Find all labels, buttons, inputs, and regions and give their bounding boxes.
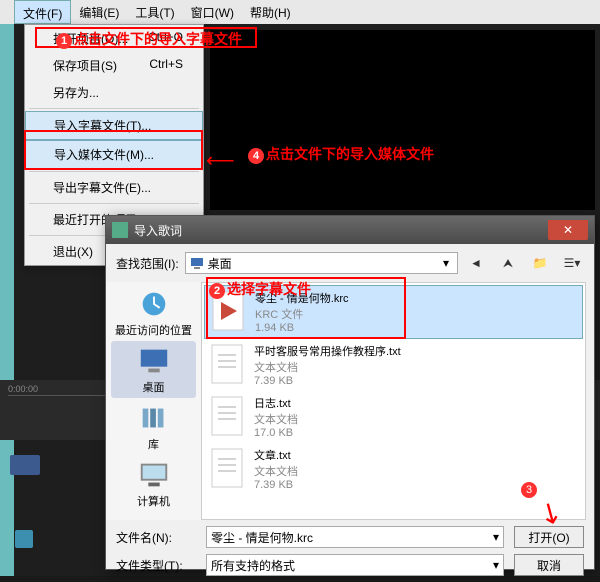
menu-separator [29,203,199,204]
chevron-down-icon: ▾ [493,530,499,544]
menubar: 文件(F) 编辑(E) 工具(T) 窗口(W) 帮助(H) [0,0,600,24]
menu-separator [29,171,199,172]
menu-import-subtitle[interactable]: 导入字幕文件(T)... [25,111,203,140]
txt-file-icon [208,343,246,385]
network-icon [135,515,173,520]
menubar-file[interactable]: 文件(F) [14,0,71,24]
cancel-button[interactable]: 取消 [514,554,584,576]
track-clip[interactable] [10,455,40,475]
menubar-tool[interactable]: 工具(T) [127,0,182,24]
library-icon [135,401,173,435]
filename-input[interactable]: 零尘 - 情是何物.krc▾ [206,526,504,548]
menu-export-subtitle[interactable]: 导出字幕文件(E)... [25,174,203,201]
up-button[interactable]: ⮝ [496,252,520,274]
txt-file-icon [208,395,246,437]
app-icon [112,222,128,238]
filetype-label: 文件类型(T): [116,557,196,574]
places-sidebar: 最近访问的位置 桌面 库 计算机 网络 [106,282,201,520]
sidebar-library[interactable]: 库 [111,398,196,455]
computer-icon [135,458,173,492]
sidebar-network[interactable]: 网络 [111,512,196,520]
sidebar-recent[interactable]: 最近访问的位置 [111,284,196,341]
chevron-down-icon: ▾ [439,256,453,270]
close-button[interactable]: ✕ [548,220,588,240]
view-button[interactable]: ☰▾ [560,252,584,274]
lookin-label: 查找范围(I): [116,255,179,272]
txt-file-icon [208,447,246,489]
annotation-bullet-3: 3 [521,482,539,498]
track-marker[interactable] [15,530,33,548]
chevron-down-icon: ▾ [493,558,499,572]
menu-separator [29,108,199,109]
dialog-title: 导入歌词 [134,222,182,239]
open-dialog: 导入歌词 ✕ 查找范围(I): 桌面 ▾ ◄ ⮝ 📁 ☰▾ 最近访问的位置 桌面 [105,215,595,570]
recent-icon [135,287,173,321]
annotation-4: 4点击文件下的导入媒体文件 [248,144,434,164]
menu-save-project[interactable]: 保存项目(S)Ctrl+S [25,52,203,79]
annotation-1: 1点击文件下的导入字幕文件 [56,29,242,49]
menubar-edit[interactable]: 编辑(E) [71,0,127,24]
sidebar-desktop[interactable]: 桌面 [111,341,196,398]
file-item-txt[interactable]: 日志.txt 文本文档 17.0 KB [204,391,583,443]
desktop-icon [135,344,173,378]
menu-save-as[interactable]: 另存为... [25,79,203,106]
file-item-txt[interactable]: 平时客服号常用操作教程序.txt 文本文档 7.39 KB [204,339,583,391]
back-button[interactable]: ◄ [464,252,488,274]
timeline-time: 0:00:00 [8,384,38,394]
new-folder-button[interactable]: 📁 [528,252,552,274]
filename-label: 文件名(N): [116,529,196,546]
menubar-help[interactable]: 帮助(H) [242,0,299,24]
menu-import-media[interactable]: 导入媒体文件(M)... [25,140,203,169]
menubar-window[interactable]: 窗口(W) [183,0,242,24]
desktop-icon [190,256,204,270]
open-button[interactable]: 打开(O) [514,526,584,548]
sidebar-computer[interactable]: 计算机 [111,455,196,512]
dialog-titlebar[interactable]: 导入歌词 ✕ [106,216,594,244]
lookin-combo[interactable]: 桌面 ▾ [185,252,458,274]
video-preview [210,30,595,210]
annotation-2: 2选择字幕文件 [209,279,311,299]
filetype-combo[interactable]: 所有支持的格式▾ [206,554,504,576]
